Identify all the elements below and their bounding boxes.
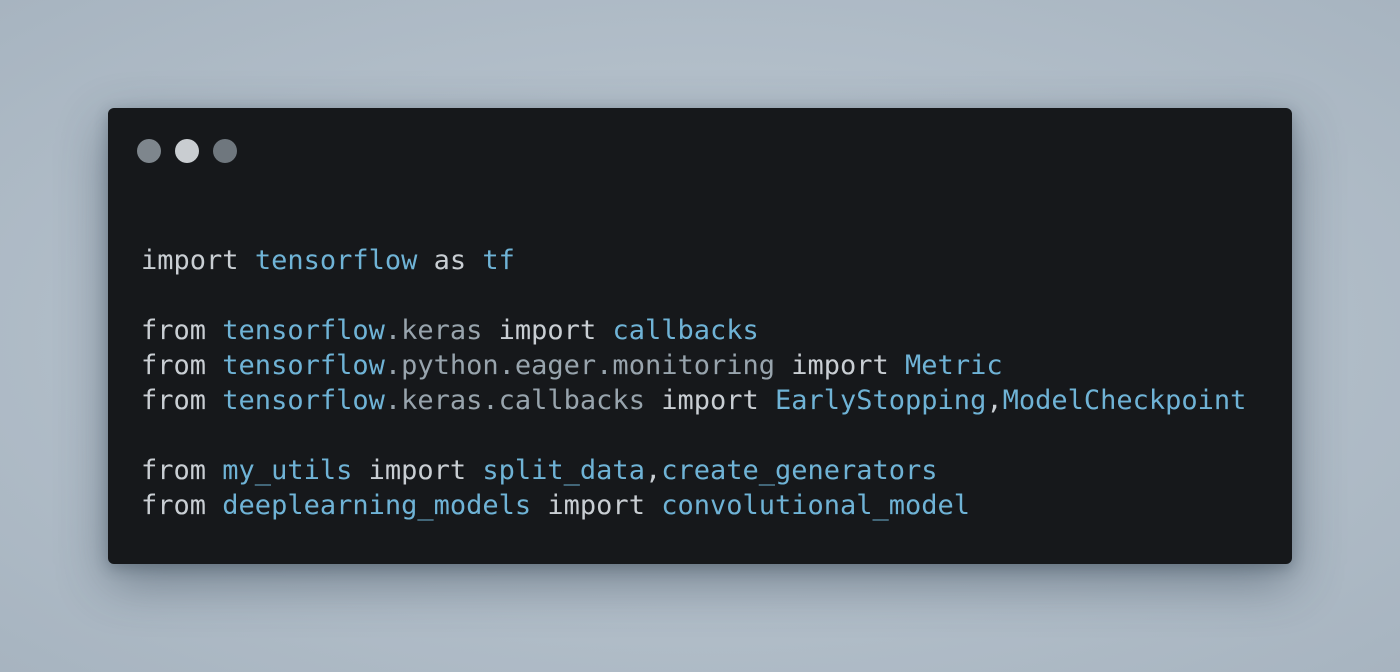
code-token: import [482, 315, 613, 346]
code-token: EarlyStopping [775, 385, 987, 416]
code-token: as [417, 245, 483, 276]
code-token: .python.eager.monitoring [384, 350, 775, 381]
code-token: import [775, 350, 906, 381]
code-token: , [644, 455, 662, 486]
code-token: from [141, 490, 207, 521]
code-token: import [141, 245, 239, 276]
code-token: tensorflow [254, 245, 418, 276]
code-token: callbacks [612, 315, 759, 346]
code-window: import tensorflow as tf from tensorflow.k… [108, 108, 1292, 564]
code-token: tensorflow [222, 385, 385, 416]
code-token: tensorflow [222, 315, 385, 346]
code-token: ModelCheckpoint [1002, 385, 1247, 416]
code-line: from tensorflow.keras.callbacks import E… [141, 383, 1246, 418]
code-token: convolutional_model [661, 490, 971, 521]
code-block: import tensorflow as tf from tensorflow.k… [141, 243, 1246, 523]
code-token: Metric [905, 350, 1003, 381]
code-token: split_data [482, 455, 645, 486]
code-token: .keras.callbacks [384, 385, 645, 416]
close-dot-icon[interactable] [137, 139, 161, 163]
code-token: from [141, 455, 207, 486]
code-token: tensorflow [222, 350, 385, 381]
code-line: from deeplearning_models import convolut… [141, 488, 1246, 523]
code-line: from tensorflow.keras import callbacks [141, 313, 1246, 348]
code-token: , [986, 385, 1003, 416]
maximize-dot-icon[interactable] [213, 139, 237, 163]
code-token: import [644, 385, 775, 416]
code-token: .keras [384, 315, 483, 346]
minimize-dot-icon[interactable] [175, 139, 199, 163]
code-line: from tensorflow.python.eager.monitoring … [141, 348, 1246, 383]
code-token: from [141, 385, 207, 416]
code-token: from [141, 315, 207, 346]
code-token: tf [482, 245, 515, 276]
window-controls [137, 139, 237, 163]
code-token: create_generators [661, 455, 938, 486]
code-token: from [141, 350, 207, 381]
code-line: from my_utils import split_data,create_g… [141, 453, 1246, 488]
code-line: import tensorflow as tf [141, 243, 1246, 278]
code-token: deeplearning_models [222, 490, 532, 521]
code-token: import [531, 490, 662, 521]
code-token: my_utils [222, 455, 353, 486]
code-token: import [352, 455, 483, 486]
